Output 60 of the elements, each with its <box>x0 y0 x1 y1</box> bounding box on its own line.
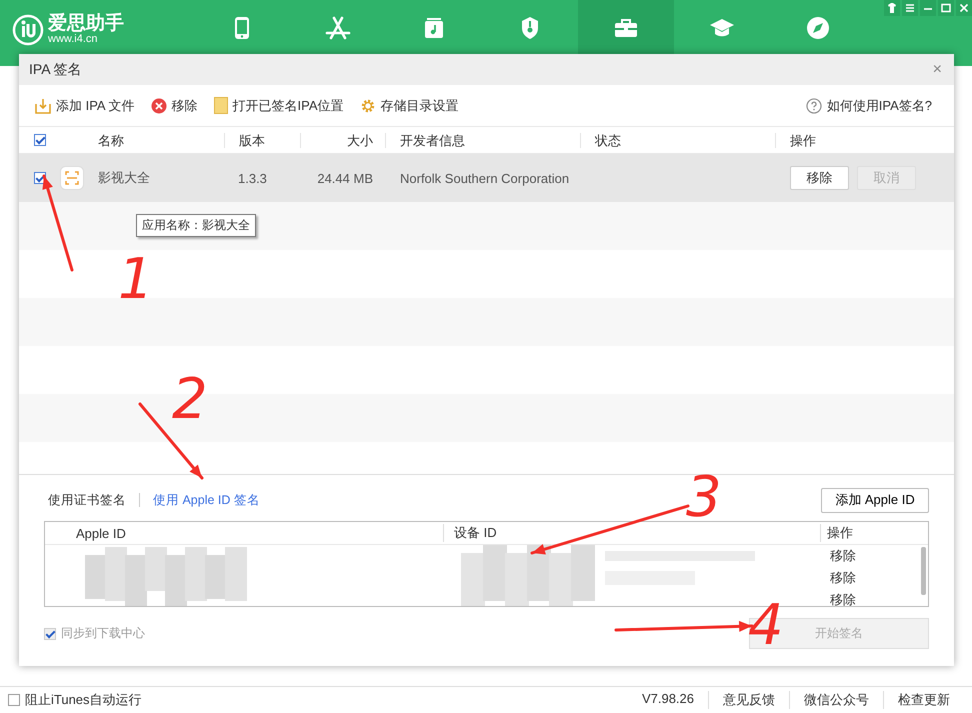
column-header: 操作 <box>775 132 954 148</box>
table-cell-text: 1.3.3 <box>237 170 268 186</box>
logo-url: www.i4.cn <box>48 34 99 46</box>
skin-icon[interactable] <box>884 0 900 16</box>
file-icon <box>214 97 228 114</box>
row-action-button[interactable]: 移除 <box>790 166 849 190</box>
toolbar-button[interactable]: 移除 <box>150 96 204 114</box>
app-store-icon <box>325 16 351 40</box>
nav-tab[interactable] <box>578 0 674 56</box>
logo-name: 爱思助手 <box>48 14 124 34</box>
remove-icon <box>150 98 166 114</box>
add-apple-id-button[interactable]: 添加 Apple ID <box>821 488 929 512</box>
music-icon <box>423 17 445 39</box>
version-label: V7.98.26 <box>640 691 695 708</box>
column-header: 名称 <box>98 132 125 148</box>
sign-mode-tab[interactable]: 使用 Apple ID 签名 <box>153 492 260 508</box>
maximize-icon[interactable] <box>938 0 954 16</box>
remove-link[interactable]: 移除 <box>830 547 856 565</box>
toolbox-icon <box>614 18 638 38</box>
toolbar-button[interactable]: 存储目录设置 <box>360 96 464 114</box>
column-header: 操作 <box>820 524 928 542</box>
compass-icon <box>806 16 830 40</box>
toolbar-button[interactable]: 添加 IPA 文件 <box>35 96 140 114</box>
graduation-cap-icon <box>709 17 735 39</box>
column-header: 版本 <box>224 132 300 148</box>
status-link[interactable]: 意见反馈 <box>708 691 789 709</box>
logo-icon <box>12 14 44 46</box>
annotation-number: 2 <box>172 372 208 428</box>
sign-mode-tab[interactable]: 使用证书签名 <box>48 492 126 508</box>
select-all-checkbox[interactable] <box>34 134 46 146</box>
remove-link[interactable]: 移除 <box>830 591 856 606</box>
toolbar-button[interactable]: 打开已签名IPA位置 <box>214 96 350 114</box>
tooltip: 应用名称：影视大全 <box>136 214 256 237</box>
table-cell-text: 影视大全 <box>98 169 151 187</box>
phone-icon <box>234 16 250 40</box>
sync-label: 同步到下载中心 <box>61 625 145 642</box>
checkbox[interactable] <box>8 694 20 706</box>
shield-key-icon <box>520 16 540 40</box>
help-link[interactable]: 如何使用IPA签名? <box>806 96 938 114</box>
status-link[interactable]: 检查更新 <box>883 691 964 709</box>
app-icon <box>60 166 84 190</box>
table-cell-text: Norfolk Southern Corporation <box>399 170 570 186</box>
column-header: 开发者信息 <box>385 132 580 148</box>
dialog-title: IPA 签名 <box>29 60 82 78</box>
status-link[interactable]: 微信公众号 <box>789 691 883 709</box>
column-header: 大小 <box>300 132 385 148</box>
table-cell-text: 24.44 MB <box>316 170 374 186</box>
menu-icon[interactable] <box>902 0 918 16</box>
help-icon <box>806 98 822 114</box>
column-header: Apple ID <box>75 526 127 540</box>
minimize-icon[interactable] <box>920 0 936 16</box>
annotation-number: 1 <box>118 252 154 308</box>
column-header: 状态 <box>580 132 775 148</box>
download-icon <box>35 98 51 114</box>
itunes-autorun-label: 阻止iTunes自动运行 <box>25 691 142 709</box>
gear-icon <box>360 98 376 114</box>
annotation-number: 3 <box>686 470 722 526</box>
remove-link[interactable]: 移除 <box>830 569 856 587</box>
close-icon[interactable] <box>956 0 972 16</box>
column-header: 设备 ID <box>443 524 820 542</box>
